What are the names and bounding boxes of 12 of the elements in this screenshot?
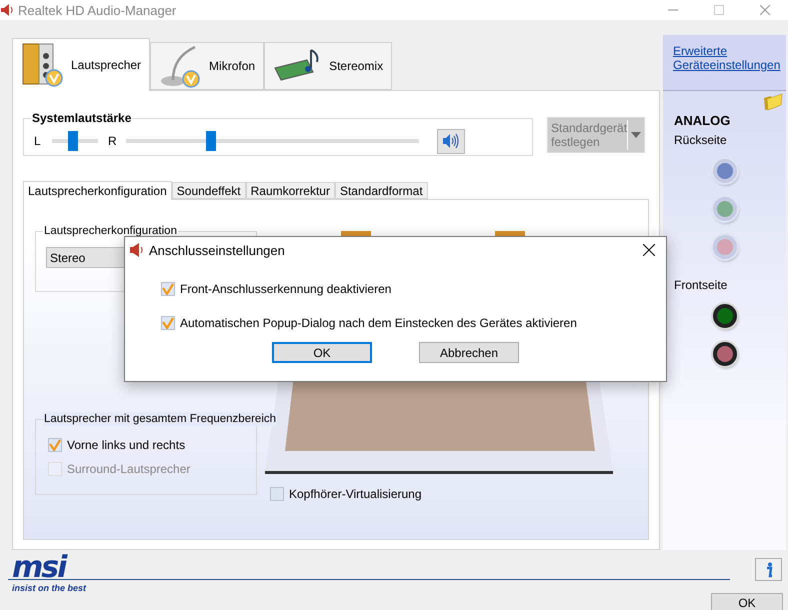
right-label: R	[108, 134, 118, 148]
logo-wordmark: msi	[12, 554, 68, 582]
dialog-title: Anschlusseinstellungen	[149, 242, 285, 258]
window-title: Realtek HD Audio-Manager	[18, 2, 176, 18]
group-label: Lautsprecher mit gesamtem Frequenzbereich	[43, 412, 278, 426]
jack-group-label: Frontseite	[674, 278, 728, 292]
section-heading: ANALOG	[674, 113, 732, 128]
jack-group-label: Rückseite	[674, 133, 728, 147]
group-label: Lautsprecherkonfiguration	[43, 224, 178, 238]
logo-slogan: insist on the best	[12, 583, 86, 593]
group-label: Systemlautstärke	[31, 111, 132, 125]
left-label: L	[34, 134, 42, 148]
